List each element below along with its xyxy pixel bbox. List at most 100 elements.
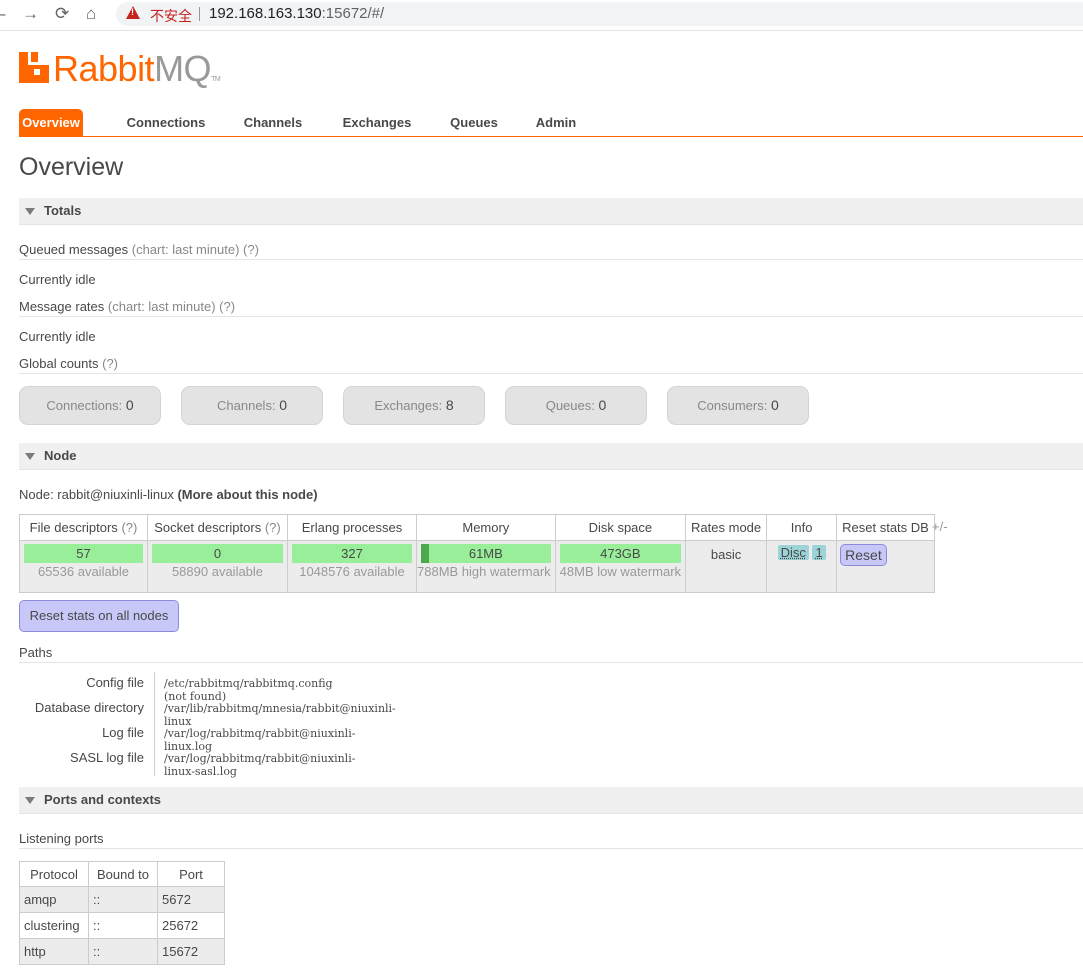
- path-value: /var/log/rabbitmq/rabbit@niuxinli-linux-…: [164, 752, 356, 778]
- reset-button[interactable]: Reset: [840, 544, 887, 566]
- count-connections[interactable]: Connections: 0: [19, 386, 161, 425]
- count-label: Channels:: [217, 398, 276, 413]
- logo-tm: TM: [211, 76, 221, 83]
- node-name: Node: rabbit@niuxinli-linux: [19, 487, 174, 502]
- collapse-triangle-icon: [25, 797, 35, 804]
- disk-watermark: 48MB low watermark: [559, 564, 682, 579]
- queued-messages-hint[interactable]: (chart: last minute) (?): [132, 242, 259, 257]
- count-queues[interactable]: Queues: 0: [505, 386, 647, 425]
- count-channels[interactable]: Channels: 0: [181, 386, 323, 425]
- back-arrow-icon[interactable]: –: [0, 4, 5, 24]
- divider: [19, 316, 1083, 317]
- divider: [19, 662, 1083, 663]
- tab-admin[interactable]: Admin: [530, 109, 582, 136]
- divider: [19, 373, 1083, 374]
- port-cell: 5672: [157, 886, 225, 913]
- cell-reset: Reset: [836, 540, 935, 593]
- section-node-header[interactable]: Node: [19, 443, 1083, 470]
- tab-overview[interactable]: Overview: [19, 109, 83, 136]
- reload-icon[interactable]: ⟳: [55, 4, 69, 24]
- main-tabs: Overview Connections Channels Exchanges …: [19, 109, 1083, 137]
- section-ports-title: Ports and contexts: [44, 792, 162, 807]
- sd-available: 58890 available: [171, 564, 264, 579]
- protocol-cell: http: [19, 938, 89, 965]
- header-disk-space: Disk space: [554, 514, 687, 541]
- path-label: Config file: [86, 675, 144, 690]
- more-about-node-link[interactable]: (More about this node): [177, 487, 317, 502]
- section-totals-title: Totals: [44, 203, 82, 218]
- count-value: 0: [770, 397, 779, 413]
- port-cell: 25672: [157, 912, 225, 939]
- disc-badge[interactable]: Disc: [777, 545, 809, 560]
- table-row: amqp :: 5672: [19, 886, 225, 913]
- logo-rabbit: Rabbit: [53, 48, 155, 89]
- url-text[interactable]: 192.168.163.130:15672/#/: [209, 5, 384, 22]
- header-protocol: Protocol: [19, 861, 89, 887]
- header-memory: Memory: [416, 514, 556, 541]
- header-socket-descriptors: Socket descriptors (?): [147, 514, 288, 541]
- header-bound-to: Bound to: [88, 861, 158, 887]
- sd-bar: 0: [152, 544, 283, 563]
- node-name-line: Node: rabbit@niuxinli-linux (More about …: [19, 487, 318, 502]
- divider: [19, 259, 1083, 260]
- message-rates-text: Message rates: [19, 299, 105, 314]
- path-value: /var/log/rabbitmq/rabbit@niuxinli-linux.…: [164, 727, 356, 753]
- count-badge[interactable]: 1: [812, 545, 826, 560]
- browser-address-bar: – → ⟳ ⌂ 不安全 192.168.163.130:15672/#/: [0, 0, 1083, 31]
- tab-exchanges[interactable]: Exchanges: [337, 109, 417, 136]
- message-rates-hint[interactable]: (chart: last minute) (?): [108, 299, 235, 314]
- count-value: 0: [279, 397, 287, 413]
- memory-bar: 61MB: [421, 544, 551, 563]
- table-row: http :: 15672: [19, 938, 225, 965]
- listening-ports-title: Listening ports: [19, 831, 104, 846]
- column-toggle[interactable]: +/-: [932, 519, 948, 534]
- count-label: Consumers:: [697, 398, 768, 413]
- queued-messages-label: Queued messages (chart: last minute) (?): [19, 242, 259, 257]
- bound-cell: ::: [88, 886, 158, 913]
- forward-arrow-icon[interactable]: →: [22, 4, 39, 24]
- fd-bar: 57: [24, 544, 143, 563]
- section-totals-header[interactable]: Totals: [19, 198, 1083, 225]
- count-exchanges[interactable]: Exchanges: 8: [343, 386, 485, 425]
- warning-icon: [126, 6, 140, 19]
- tab-queues[interactable]: Queues: [445, 109, 503, 136]
- queued-messages-text: Queued messages: [19, 242, 129, 257]
- help-hint[interactable]: (?): [265, 520, 281, 535]
- count-value: 0: [598, 397, 607, 413]
- path-value: /etc/rabbitmq/rabbitmq.config (not found…: [164, 677, 333, 703]
- path-value: /var/lib/rabbitmq/mnesia/rabbit@niuxinli…: [164, 702, 396, 728]
- paths-divider: [154, 672, 155, 776]
- reset-stats-all-nodes-button[interactable]: Reset stats on all nodes: [19, 600, 179, 632]
- logo-mq: MQ: [154, 48, 212, 89]
- count-consumers[interactable]: Consumers: 0: [667, 386, 809, 425]
- help-hint[interactable]: (?): [121, 520, 137, 535]
- rabbitmq-logo-icon: [19, 52, 49, 83]
- section-ports-header[interactable]: Ports and contexts: [19, 787, 1083, 814]
- node-stats-table: File descriptors (?) Socket descriptors …: [19, 514, 935, 593]
- url-bar[interactable]: 不安全 192.168.163.130:15672/#/: [116, 2, 1083, 26]
- table-row: clustering :: 25672: [19, 912, 225, 939]
- url-separator: [199, 7, 200, 21]
- memory-value: 61MB: [468, 546, 503, 561]
- tab-channels[interactable]: Channels: [238, 109, 308, 136]
- path-label: SASL log file: [70, 750, 144, 765]
- global-counts-text: Global counts: [19, 356, 99, 371]
- protocol-cell: clustering: [19, 912, 89, 939]
- url-path: :15672/#/: [321, 5, 385, 22]
- disk-bar: 473GB: [559, 544, 682, 563]
- global-counts-label: Global counts (?): [19, 356, 118, 371]
- cell-info: Disc 1: [766, 540, 838, 593]
- tab-connections[interactable]: Connections: [119, 109, 213, 136]
- count-value: 0: [125, 397, 134, 413]
- ep-bar: 327: [292, 544, 412, 563]
- collapse-triangle-icon: [25, 208, 35, 215]
- home-icon[interactable]: ⌂: [86, 4, 96, 24]
- header-rates-mode: Rates mode: [685, 514, 768, 541]
- security-indicator[interactable]: 不安全: [150, 6, 192, 26]
- fd-available: 65536 available: [37, 564, 130, 579]
- cell-socket-descriptors: 0 58890 available: [147, 540, 288, 593]
- collapse-triangle-icon: [25, 453, 35, 460]
- bound-cell: ::: [88, 938, 158, 965]
- cell-file-descriptors: 57 65536 available: [19, 540, 148, 593]
- global-counts-hint[interactable]: (?): [102, 356, 118, 371]
